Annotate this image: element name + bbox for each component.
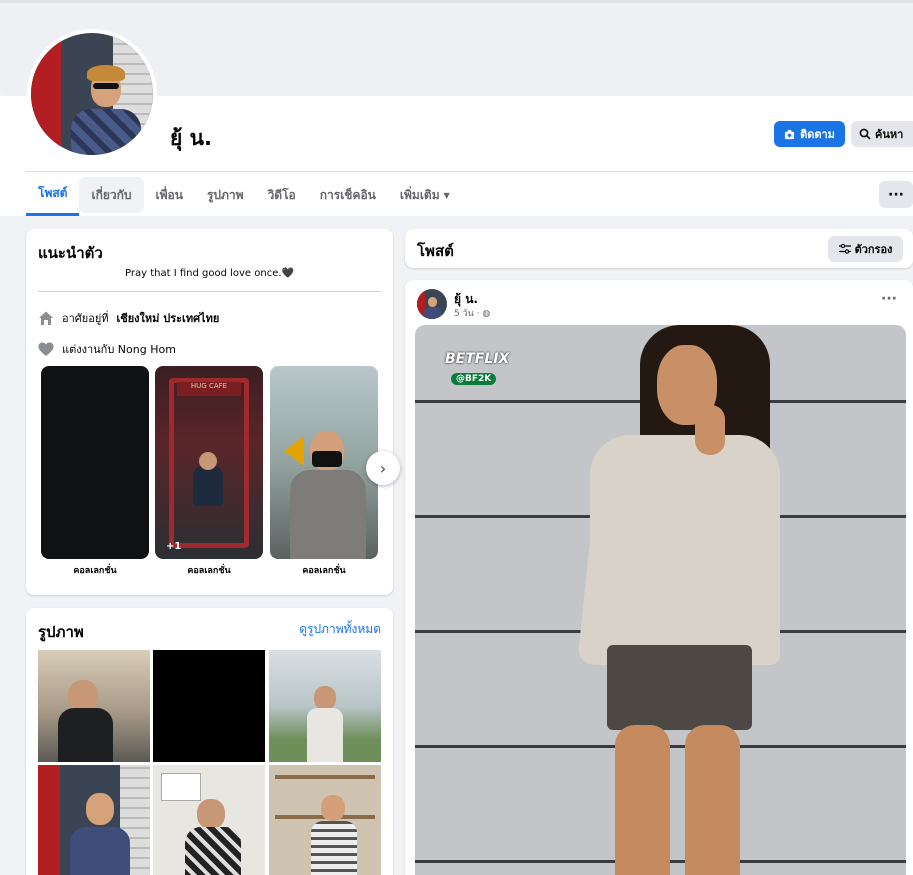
bio-divider <box>38 291 381 292</box>
photos-title: รูปภาพ <box>38 623 84 641</box>
featured-label-2: คอลเลกชั่น <box>187 566 231 576</box>
photo-thumb[interactable] <box>269 765 381 875</box>
bio-text: Pray that I find good love once.🖤 <box>125 268 294 279</box>
profile-avatar[interactable] <box>27 29 157 159</box>
posts-header-card: โพสต์ ตัวกรอง <box>405 229 913 268</box>
tab-posts[interactable]: โพสต์ <box>26 174 80 216</box>
see-all-photos-link[interactable]: ดูรูปภาพทั้งหมด <box>299 620 381 639</box>
lives-in-place[interactable]: เชียงใหม่ ประเทศไทย <box>117 309 220 327</box>
search-icon <box>859 128 871 140</box>
globe-icon: ◍ <box>482 309 491 319</box>
post-time[interactable]: 5 วัน · <box>454 309 480 319</box>
featured-label-3: คอลเลกชั่น <box>302 566 346 576</box>
more-options-button[interactable]: ··· <box>879 181 913 208</box>
featured-count-badge: +1 <box>166 541 182 552</box>
chevron-right-icon[interactable]: › <box>366 451 400 485</box>
heart-icon <box>38 342 54 356</box>
watermark-logo: BETFLIX <box>445 351 510 367</box>
header-divider <box>26 171 913 172</box>
intro-card: แนะนำตัว Pray that I find good love once… <box>26 229 400 595</box>
intro-title: แนะนำตัว <box>38 244 103 262</box>
home-icon <box>39 311 53 325</box>
watermark-tag: @BF2K <box>451 373 497 385</box>
tab-about[interactable]: เกี่ยวกับ <box>79 177 144 213</box>
profile-tabs: โพสต์ เกี่ยวกับ เพื่อน รูปภาพ วิดีโอ การ… <box>26 174 462 216</box>
lives-in-row: อาศัยอยู่ที่ เชียงใหม่ ประเทศไทย <box>38 309 219 327</box>
filter-button[interactable]: ตัวกรอง <box>828 236 903 262</box>
photo-thumb[interactable] <box>38 650 150 762</box>
tab-videos[interactable]: วิดีโอ <box>256 174 308 216</box>
post-image[interactable]: BETFLIX @BF2K <box>415 325 906 875</box>
filter-icon <box>838 244 851 254</box>
lives-in-prefix: อาศัยอยู่ที่ <box>62 312 109 325</box>
follow-button[interactable]: ติดตาม <box>774 121 845 147</box>
featured-collection-2[interactable]: HUG CAFE <box>155 366 263 559</box>
photo-thumb[interactable] <box>38 765 150 875</box>
post-meta: 5 วัน · ◍ <box>454 306 490 320</box>
profile-name: ยุ้ น. <box>170 126 212 150</box>
featured-collection-3[interactable] <box>270 366 378 559</box>
follow-label: ติดตาม <box>800 128 835 141</box>
photo-thumb[interactable] <box>269 650 381 762</box>
photos-card: รูปภาพ ดูรูปภาพทั้งหมด <box>26 608 393 875</box>
relationship-text[interactable]: แต่งงานกับ Nong Hom <box>62 340 176 358</box>
featured-label-1: คอลเลกชั่น <box>73 566 117 576</box>
photo-thumb[interactable] <box>153 650 265 762</box>
posts-title: โพสต์ <box>417 242 454 260</box>
tab-more-label: เพิ่มเติม <box>399 187 440 202</box>
filter-label: ตัวกรอง <box>854 243 893 256</box>
follow-icon <box>784 129 795 139</box>
post-options-icon[interactable]: ··· <box>881 291 897 307</box>
featured-collection-1[interactable] <box>41 366 149 559</box>
relationship-row: แต่งงานกับ Nong Hom <box>38 340 176 358</box>
photo-thumb[interactable] <box>153 765 265 875</box>
search-label: ค้นหา <box>875 128 904 141</box>
post-author-avatar[interactable] <box>417 289 447 319</box>
tab-photos[interactable]: รูปภาพ <box>195 174 256 216</box>
caret-down-icon: ▼ <box>443 190 450 200</box>
tab-more[interactable]: เพิ่มเติม ▼ <box>388 174 462 216</box>
search-button[interactable]: ค้นหา <box>851 121 913 147</box>
post-card: ยุ้ น. 5 วัน · ◍ ··· BETFLIX @BF2K <box>405 280 913 875</box>
tab-checkins[interactable]: การเช็คอิน <box>308 174 388 216</box>
tab-friends[interactable]: เพื่อน <box>144 174 195 216</box>
